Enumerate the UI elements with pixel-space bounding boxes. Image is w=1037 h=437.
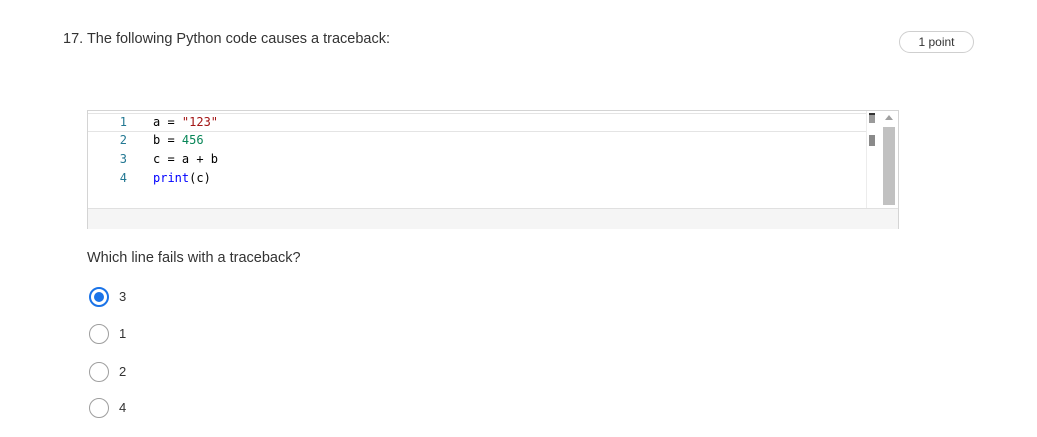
scroll-up-arrow-icon[interactable] [885, 115, 893, 120]
selection-marker [869, 135, 875, 146]
line-number: 2 [119, 133, 127, 147]
option-4[interactable]: 4 [89, 398, 289, 418]
option-label[interactable]: 1 [119, 325, 126, 343]
cursor-marker [869, 113, 875, 123]
editor-footer [88, 208, 898, 229]
code-line-4: 4 print(c) [88, 169, 866, 188]
option-2[interactable]: 2 [89, 362, 289, 382]
string-literal: "123" [181, 115, 219, 129]
question-title: 17. The following Python code causes a t… [63, 31, 390, 47]
line-number: 1 [119, 115, 127, 129]
radio-button[interactable] [89, 324, 109, 344]
code-line-3: 3 c = a + b [88, 150, 866, 169]
code-area[interactable]: 1 a = "123" 2 b = 456 3 c = a + b 4 prin… [88, 111, 866, 208]
option-label[interactable]: 4 [119, 399, 126, 417]
option-1[interactable]: 1 [89, 324, 289, 344]
scroll-thumb[interactable] [883, 127, 895, 205]
line-number: 3 [119, 152, 127, 166]
code-line-1: 1 a = "123" [88, 113, 866, 132]
option-3[interactable]: 3 [89, 287, 289, 307]
radio-button[interactable] [89, 398, 109, 418]
option-label[interactable]: 2 [119, 363, 126, 381]
option-label[interactable]: 3 [119, 288, 126, 306]
question-text: The following Python code causes a trace… [86, 31, 391, 47]
points-badge: 1 point [899, 31, 974, 53]
code-text: print(c) [153, 171, 211, 185]
builtin-keyword: print [153, 171, 190, 185]
radio-button[interactable] [89, 362, 109, 382]
code-text: c = a + b [153, 152, 219, 166]
overview-ruler [866, 111, 880, 208]
question-number: 17. [63, 31, 84, 47]
code-editor[interactable]: 1 a = "123" 2 b = 456 3 c = a + b 4 prin… [87, 110, 899, 229]
code-text: a = "123" [153, 115, 219, 129]
question-prompt: Which line fails with a traceback? [87, 250, 301, 266]
code-line-2: 2 b = 456 [88, 131, 866, 150]
code-text: b = 456 [153, 133, 204, 147]
line-number: 4 [119, 171, 127, 185]
number-literal: 456 [181, 133, 204, 147]
radio-button[interactable] [89, 287, 109, 307]
